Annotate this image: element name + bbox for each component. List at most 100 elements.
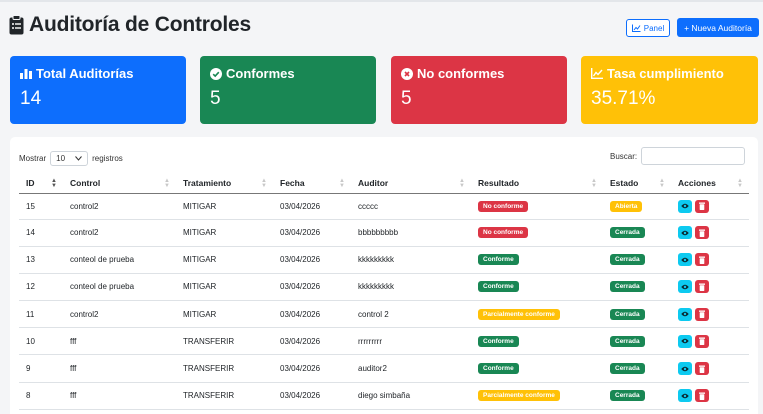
trash-icon [699,202,705,210]
table-row: 8 fff TRANSFERIR 03/04/2026 diego simbaña Par… [19,382,749,410]
cell-fecha: 03/04/2026 [273,300,351,329]
clipboard-icon [9,15,24,35]
delete-button[interactable] [695,280,709,294]
sort-icon: ▲ ▼ [459,178,465,189]
cell-fecha: 03/04/2026 [273,273,351,302]
column-header-id[interactable]: ID ▲ ▼ [19,173,63,194]
sort-icon: ▲ ▼ [339,178,345,189]
view-button[interactable] [678,362,692,376]
status-badge: Cerrada [610,227,645,239]
table-search: Buscar: [610,147,746,165]
eye-icon [681,284,689,290]
page-length-select[interactable]: 10 [50,151,89,166]
cell-tratamiento: MITIGAR [176,246,273,274]
cell-estado: Cerrada [603,327,671,356]
trash-icon [699,392,705,400]
row-actions [678,280,742,294]
delete-button[interactable] [695,226,709,240]
cell-acciones [671,246,749,274]
result-badge: No conforme [478,227,529,239]
column-header-resultado[interactable]: Resultado ▲ ▼ [471,173,603,194]
view-button[interactable] [678,253,692,267]
card-value: 35.71% [591,88,656,109]
cell-control: control2 [63,219,176,247]
new-audit-button[interactable]: + Nueva Auditoría [677,18,759,37]
row-actions [678,307,742,321]
card-value: 5 [210,88,221,109]
row-actions [678,362,742,376]
view-button[interactable] [678,226,692,240]
status-badge: Cerrada [610,308,645,320]
result-badge: Parcialmente conforme [478,308,560,320]
cell-auditor: kkkkkkkkk [351,246,471,274]
sort-icon: ▲ ▼ [659,178,665,189]
cell-acciones [671,354,749,383]
card-label: Conformes [226,66,295,81]
cell-fecha: 03/04/2026 [273,193,351,220]
chevron-down-icon [75,156,83,161]
card-no-conformes: No conformes 5 [391,56,567,124]
cell-id: 8 [19,382,63,410]
view-button[interactable] [678,199,692,213]
card-total-audits: Total Auditorías 14 [10,56,186,124]
bar-chart-icon [20,69,32,79]
cell-estado: Cerrada [603,246,671,274]
cell-id: 13 [19,246,63,274]
delete-button[interactable] [695,389,709,403]
column-header-acciones[interactable]: Acciones ▲ ▼ [671,173,749,194]
cell-auditor: ccccc [351,193,471,220]
cell-control: conteol de prueba [63,273,176,302]
table-row: 12 conteol de prueba MITIGAR 03/04/2026 kkkk… [19,273,749,302]
table-row: 14 control2 MITIGAR 03/04/2026 bbbbbbbbb No c… [19,219,749,247]
panel-button[interactable]: Panel [626,19,670,37]
new-audit-button-label: + Nueva Auditoría [684,22,752,33]
cell-resultado: Parcialmente conforme [471,300,603,329]
trash-icon [699,310,705,319]
view-button[interactable] [678,307,692,321]
column-header-fecha[interactable]: Fecha ▲ ▼ [273,173,351,194]
cell-estado: Abierta [603,193,671,220]
column-header-control[interactable]: Control ▲ ▼ [63,173,176,194]
row-actions [678,226,742,240]
stats-cards: Total Auditorías 14 Conformes 5 No confo… [10,56,758,124]
card-value: 5 [401,88,412,109]
cell-auditor: auditor2 [351,354,471,383]
delete-button[interactable] [695,253,709,267]
result-badge: Conforme [478,254,519,266]
view-button[interactable] [678,334,692,348]
status-badge: Cerrada [610,363,645,375]
column-header-estado[interactable]: Estado ▲ ▼ [603,173,671,194]
table-row: 10 fff TRANSFERIR 03/04/2026 rrrrrrrrr Confor… [19,327,749,356]
cell-id: 9 [19,354,63,383]
cell-auditor: diego simbaña [351,382,471,410]
cell-auditor: control 2 [351,300,471,329]
cell-control: conteol de prueba [63,246,176,274]
table-row: 15 control2 MITIGAR 03/04/2026 ccccc No confo… [19,193,749,220]
card-compliance-rate: Tasa cumplimiento 35.71% [581,56,758,124]
delete-button[interactable] [695,362,709,376]
card-value: 14 [20,88,42,109]
cell-tratamiento: MITIGAR [176,300,273,329]
cell-fecha: 03/04/2026 [273,246,351,274]
top-border [0,0,763,2]
cell-resultado: No conforme [471,193,603,220]
view-button[interactable] [678,280,692,294]
delete-button[interactable] [695,307,709,321]
delete-button[interactable] [695,199,709,213]
sort-icon: ▲ ▼ [164,178,170,189]
audits-table: ID ▲ ▼ Control ▲ ▼ Tratamiento ▲ ▼ Fecha ▲ ▼ Aud… [19,173,749,410]
delete-button[interactable] [695,334,709,348]
search-input[interactable] [641,147,746,165]
card-label: Tasa cumplimiento [607,66,724,81]
cell-resultado: Conforme [471,273,603,302]
row-actions [678,334,742,348]
cell-acciones [671,273,749,302]
audits-table-panel: Mostrar 10 registros Buscar: ID ▲ ▼ Contro… [10,137,758,414]
column-header-auditor[interactable]: Auditor ▲ ▼ [351,173,471,194]
eye-icon [681,311,689,317]
view-button[interactable] [678,389,692,403]
status-badge: Cerrada [610,390,645,402]
cell-id: 11 [19,300,63,329]
column-header-tratamiento[interactable]: Tratamiento ▲ ▼ [176,173,273,194]
cell-id: 15 [19,193,63,220]
